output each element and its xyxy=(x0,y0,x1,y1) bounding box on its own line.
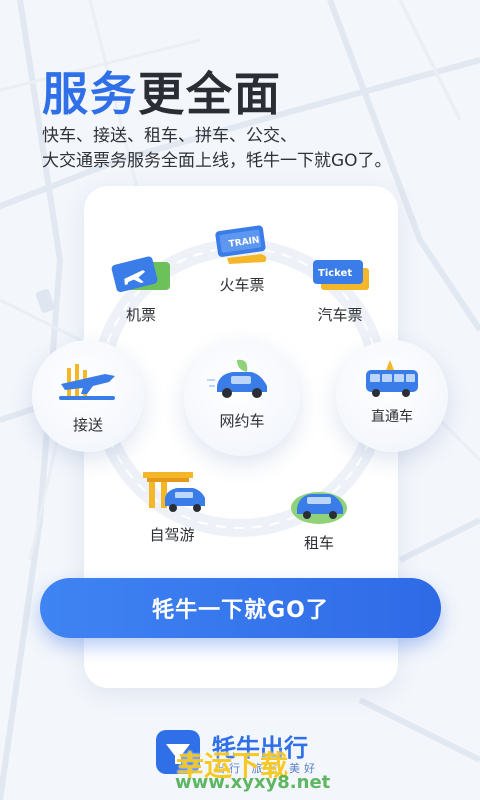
airport-pickup-icon xyxy=(59,364,115,400)
shuttle-bus-icon xyxy=(366,360,418,397)
service-bus-ticket[interactable]: Ticket 汽车票 xyxy=(302,254,378,325)
service-label: 机票 xyxy=(125,306,156,324)
bus-ticket-icon: Ticket xyxy=(313,260,369,290)
plane-ticket-icon xyxy=(111,256,170,293)
page-headline: 服务更全面 xyxy=(42,58,282,124)
self-drive-tour-icon xyxy=(143,472,205,512)
service-pickup[interactable]: 接送 xyxy=(32,340,144,452)
service-self-drive-tour[interactable]: 自驾游 xyxy=(130,466,214,545)
headline-highlight: 服务 xyxy=(42,67,138,121)
svg-text:Ticket: Ticket xyxy=(318,268,352,279)
service-label: 自驾游 xyxy=(149,526,195,544)
headline-rest: 更全面 xyxy=(138,67,282,121)
service-rental-car[interactable]: 租车 xyxy=(282,480,356,553)
service-label: 直通车 xyxy=(371,409,413,425)
service-label: 火车票 xyxy=(219,276,265,294)
service-plane-ticket[interactable]: 机票 xyxy=(104,254,178,325)
train-ticket-icon: TRAIN xyxy=(215,225,267,264)
service-label: 汽车票 xyxy=(317,306,363,324)
service-train-ticket[interactable]: TRAIN 火车票 xyxy=(196,222,288,295)
service-ride-hailing[interactable]: 网约车 xyxy=(184,340,300,456)
service-label: 租车 xyxy=(303,534,334,552)
go-button[interactable]: 牦牛一下就GO了 xyxy=(40,578,441,638)
service-express-bus[interactable]: 直通车 xyxy=(336,340,448,452)
car-icon xyxy=(207,359,267,398)
page-subtext: 快车、接送、租车、拼车、公交、 大交通票务服务全面上线，牦牛一下就GO了。 xyxy=(42,124,472,174)
subtext-line-2: 大交通票务服务全面上线，牦牛一下就GO了。 xyxy=(42,151,392,171)
service-label: 网约车 xyxy=(219,412,265,430)
rental-car-icon xyxy=(291,492,347,524)
watermark-url: www.xyxy8.net xyxy=(175,772,331,793)
subtext-line-1: 快车、接送、租车、拼车、公交、 xyxy=(42,126,297,146)
service-label: 接送 xyxy=(72,416,103,434)
